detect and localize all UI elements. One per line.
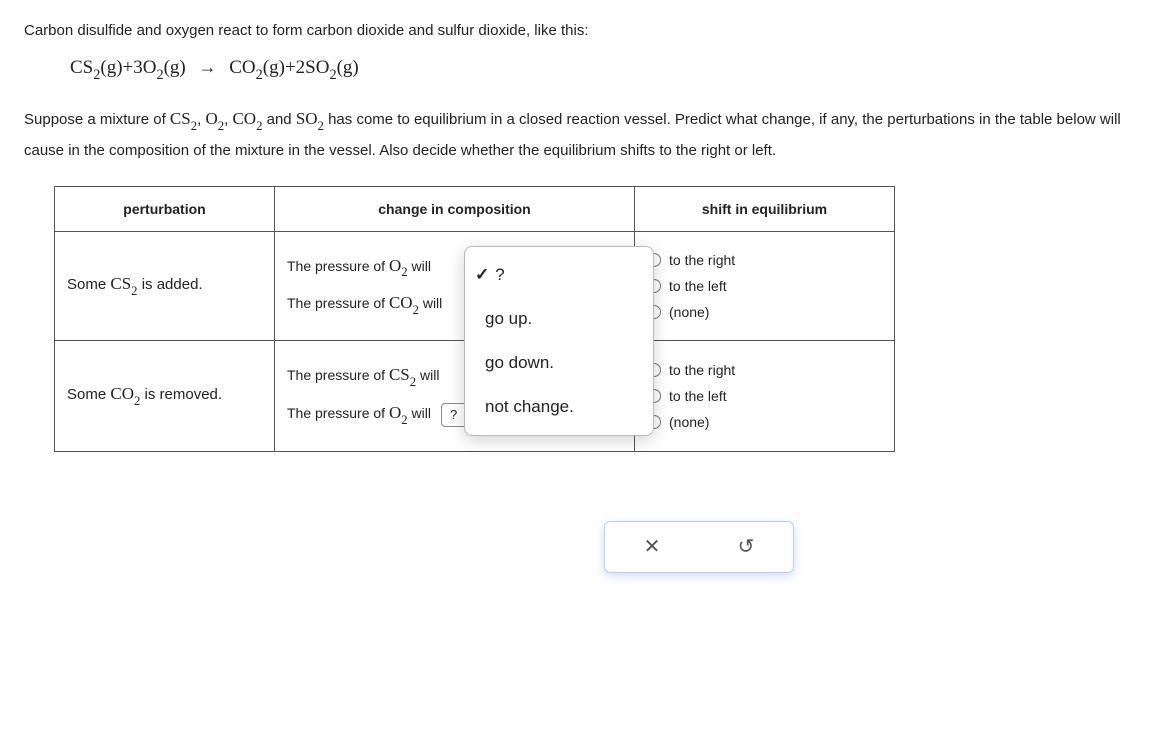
- radio-option-right[interactable]: to the right: [647, 362, 882, 378]
- dropdown-option-placeholder[interactable]: ?: [465, 253, 653, 297]
- header-change: change in composition: [275, 186, 635, 231]
- arrow-icon: →: [199, 57, 217, 78]
- perturbation-cell: Some CS2 is added.: [55, 231, 275, 341]
- helper-toolbar: ✕ ↺: [604, 521, 794, 573]
- context-text: Suppose a mixture of CS2, O2, CO2 and SO…: [24, 104, 1150, 163]
- perturbation-cell: Some CO2 is removed.: [55, 341, 275, 451]
- header-perturbation: perturbation: [55, 186, 275, 231]
- shift-cell: to the right to the left (none): [635, 231, 895, 341]
- shift-cell: to the right to the left (none): [635, 341, 895, 451]
- dropdown-option-goup[interactable]: go up.: [465, 297, 653, 341]
- radio-option-none[interactable]: (none): [647, 414, 882, 430]
- select-value: ?: [450, 407, 457, 422]
- dropdown-option-godown[interactable]: go down.: [465, 341, 653, 385]
- intro-text: Carbon disulfide and oxygen react to for…: [24, 20, 1150, 43]
- close-button[interactable]: ✕: [644, 534, 661, 559]
- eq-product-1: CO2(g): [229, 57, 285, 78]
- radio-option-left[interactable]: to the left: [647, 388, 882, 404]
- dropdown-option-notchange[interactable]: not change.: [465, 385, 653, 429]
- eq-reactant-2: +3O2(g): [123, 57, 186, 78]
- reset-button[interactable]: ↺: [738, 534, 755, 559]
- header-shift: shift in equilibrium: [635, 186, 895, 231]
- chemical-equation: CS2(g)+3O2(g) → CO2(g)+2SO2(g): [70, 57, 1150, 83]
- pressure-dropdown-menu[interactable]: ? go up. go down. not change.: [464, 246, 654, 436]
- radio-option-right[interactable]: to the right: [647, 252, 882, 268]
- eq-product-2: +2SO2(g): [285, 57, 359, 78]
- eq-reactant-1: CS2(g): [70, 57, 123, 78]
- radio-option-left[interactable]: to the left: [647, 278, 882, 294]
- radio-option-none[interactable]: (none): [647, 304, 882, 320]
